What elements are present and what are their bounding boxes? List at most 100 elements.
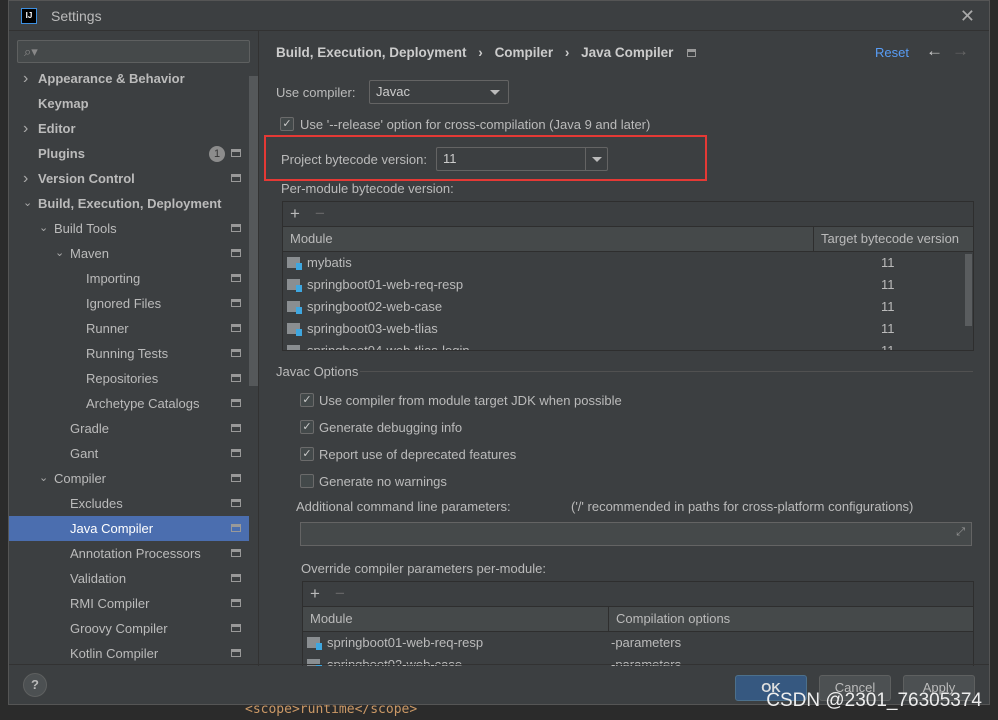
sidebar-item-label: Keymap — [38, 96, 89, 111]
sidebar-item-label: Java Compiler — [70, 521, 154, 536]
project-scope-icon — [231, 149, 241, 157]
settings-search-input[interactable]: ⌕▾ — [17, 40, 250, 63]
chevron-down-icon: ⌄ — [39, 222, 49, 234]
intellij-logo-icon: IJ — [21, 7, 37, 24]
sidebar-item[interactable]: Keymap — [9, 91, 249, 116]
table-row[interactable]: springboot04-web-tlias-login 11 — [283, 340, 973, 350]
update-count-badge: 1 — [209, 146, 225, 162]
help-button[interactable]: ? — [23, 673, 47, 697]
sidebar-item[interactable]: Ignored Files — [9, 291, 249, 316]
table-row[interactable]: springboot01-web-req-resp 11 — [283, 274, 973, 296]
sidebar-item[interactable]: Annotation Processors — [9, 541, 249, 566]
project-scope-icon — [231, 274, 241, 282]
sidebar-item[interactable]: Running Tests — [9, 341, 249, 366]
module-folder-icon — [287, 323, 302, 336]
additional-params-input[interactable]: ⤢ — [300, 522, 972, 546]
additional-params-label: Additional command line parameters: — [296, 499, 511, 514]
sidebar-item-label: Editor — [38, 121, 76, 136]
sidebar-item[interactable]: Kotlin Compiler — [9, 641, 249, 666]
breadcrumb-item[interactable]: Build, Execution, Deployment — [276, 45, 467, 60]
sidebar-item-label: Archetype Catalogs — [86, 396, 200, 411]
reset-link[interactable]: Reset — [875, 45, 909, 60]
override-params-label: Override compiler parameters per-module: — [301, 561, 546, 576]
option-checkbox[interactable]: ✓ — [300, 393, 314, 407]
compilation-options: -parameters — [611, 635, 682, 650]
sidebar-item-label: Validation — [70, 571, 127, 586]
sidebar-item-label: Appearance & Behavior — [38, 71, 185, 86]
sidebar-scrollbar[interactable] — [249, 76, 258, 386]
module-name: mybatis — [307, 255, 352, 270]
sidebar-item[interactable]: Gant — [9, 441, 249, 466]
project-scope-icon — [231, 299, 241, 307]
column-header-options[interactable]: Compilation options — [608, 607, 730, 631]
sidebar-item[interactable]: RMI Compiler — [9, 591, 249, 616]
sidebar-item[interactable]: Groovy Compiler — [9, 616, 249, 641]
release-option-label: Use '--release' option for cross-compila… — [300, 117, 651, 132]
project-scope-icon — [231, 524, 241, 532]
option-label: Generate debugging info — [319, 420, 463, 435]
add-icon[interactable]: + — [290, 204, 300, 224]
breadcrumb-item: Java Compiler — [581, 45, 674, 60]
sidebar: ⌕▾ › Appearance & Behavior Keymap › Editor Pl… — [9, 31, 259, 666]
close-icon[interactable]: ✕ — [960, 6, 975, 27]
compiler-select[interactable]: Javac — [369, 80, 509, 104]
release-option-checkbox[interactable]: ✓ — [280, 117, 294, 131]
sidebar-item[interactable]: › Version Control — [9, 166, 249, 191]
chevron-right-icon: › — [23, 70, 29, 87]
sidebar-item[interactable]: Plugins 1 — [9, 141, 249, 166]
sidebar-item[interactable]: ⌄ Build Tools — [9, 216, 249, 241]
module-folder-icon — [287, 257, 302, 270]
per-module-label: Per-module bytecode version: — [281, 181, 454, 196]
sidebar-item[interactable]: Runner — [9, 316, 249, 341]
sidebar-item[interactable]: Importing — [9, 266, 249, 291]
project-scope-icon — [231, 399, 241, 407]
column-header-module[interactable]: Module — [310, 607, 353, 631]
per-module-table: + − Module Target bytecode version mybati… — [282, 201, 974, 351]
table-row[interactable]: mybatis 11 — [283, 252, 973, 274]
chevron-down-icon — [490, 90, 500, 100]
sidebar-item[interactable]: Excludes — [9, 491, 249, 516]
sidebar-item[interactable]: ⌄ Build, Execution, Deployment — [9, 191, 249, 216]
module-folder-icon — [287, 279, 302, 292]
sidebar-item-label: Repositories — [86, 371, 159, 386]
project-scope-icon — [231, 499, 241, 507]
breadcrumb-item[interactable]: Compiler — [495, 45, 554, 60]
option-checkbox[interactable] — [300, 474, 314, 488]
table-row[interactable]: springboot02-web-case 11 — [283, 296, 973, 318]
sidebar-item-label: Version Control — [38, 171, 135, 186]
sidebar-item[interactable]: ⌄ Maven — [9, 241, 249, 266]
column-header-target[interactable]: Target bytecode version — [813, 227, 959, 251]
option-checkbox[interactable]: ✓ — [300, 447, 314, 461]
expand-icon[interactable]: ⤢ — [956, 526, 965, 539]
sidebar-item[interactable]: Archetype Catalogs — [9, 391, 249, 416]
option-checkbox[interactable]: ✓ — [300, 420, 314, 434]
table-row[interactable]: springboot03-web-tlias 11 — [283, 318, 973, 340]
sidebar-item[interactable]: Gradle — [9, 416, 249, 441]
remove-icon[interactable]: − — [335, 584, 345, 604]
search-icon: ⌕▾ — [24, 44, 38, 59]
forward-arrow-icon[interactable]: → — [952, 41, 969, 61]
sidebar-item-label: Excludes — [70, 496, 123, 511]
project-scope-icon — [231, 349, 241, 357]
table-row[interactable]: springboot01-web-req-resp -parameters — [303, 632, 973, 654]
back-arrow-icon[interactable]: ← — [926, 41, 943, 61]
chevron-down-icon: ⌄ — [55, 247, 65, 259]
table-scrollbar[interactable] — [965, 254, 972, 326]
module-name: springboot02-web-case — [307, 299, 443, 314]
column-header-module[interactable]: Module — [290, 227, 333, 251]
sidebar-item-label: Kotlin Compiler — [70, 646, 159, 661]
sidebar-item[interactable]: › Editor — [9, 116, 249, 141]
sidebar-item[interactable]: ⌄ Compiler — [9, 466, 249, 491]
sidebar-item[interactable]: Java Compiler — [9, 516, 249, 541]
add-icon[interactable]: + — [310, 584, 320, 604]
chevron-down-icon: ⌄ — [39, 472, 49, 484]
remove-icon[interactable]: − — [315, 204, 325, 224]
sidebar-item[interactable]: Repositories — [9, 366, 249, 391]
target-version: 11 — [881, 299, 895, 314]
sidebar-item[interactable]: Validation — [9, 566, 249, 591]
sidebar-item[interactable]: › Appearance & Behavior — [9, 66, 249, 91]
module-name: springboot01-web-req-resp — [307, 277, 464, 292]
project-scope-icon — [231, 449, 241, 457]
module-name: springboot03-web-tlias — [307, 321, 438, 336]
chevron-down-icon: ⌄ — [23, 197, 33, 209]
